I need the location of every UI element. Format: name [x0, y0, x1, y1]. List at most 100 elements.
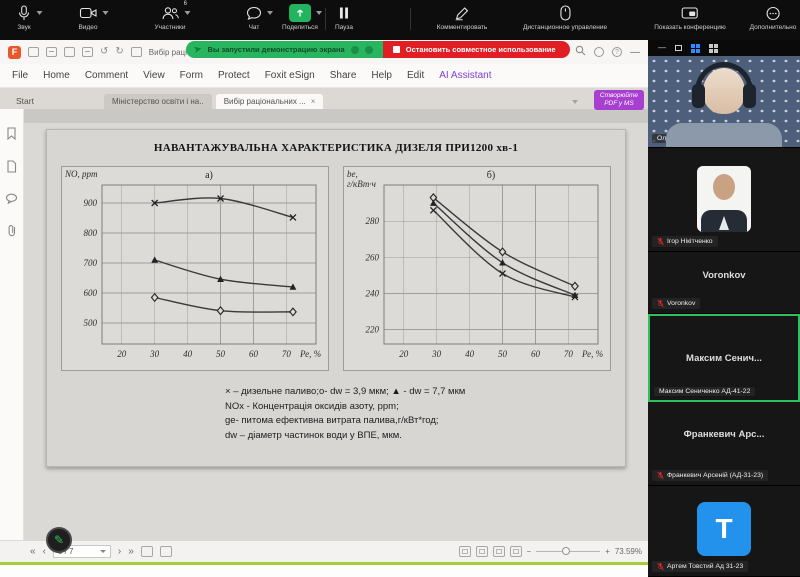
pdf-page-area[interactable]: НАВАНТАЖУВАЛЬНА ХАРАКТЕРИСТИКА ДИЗЕЛЯ ПР… [24, 109, 648, 540]
toolbar-annotate[interactable]: Комментировать [437, 4, 488, 31]
next-page-button[interactable]: › [118, 546, 121, 557]
menu-foxit-esign[interactable]: Foxit eSign [265, 70, 315, 81]
toolbar-participants[interactable]: 6 Участники [154, 4, 185, 31]
screen: Звук Видео 6 Участники Чат [0, 0, 800, 577]
foxit-logo: F [8, 46, 21, 59]
figure-title: НАВАНТАЖУВАЛЬНА ХАРАКТЕРИСТИКА ДИЗЕЛЯ ПР… [47, 142, 625, 154]
promo-line2: PDF у MS [604, 100, 634, 107]
svg-text:20: 20 [117, 349, 127, 359]
menu-ai-assistant[interactable]: AI Assistant [439, 70, 491, 81]
menu-protect[interactable]: Protect [218, 70, 250, 81]
toolbar-label: Видео [79, 24, 98, 31]
last-page-button[interactable]: » [128, 546, 134, 557]
tab-document-1[interactable]: Міністерство освіти і на.. [104, 94, 212, 109]
menu-edit[interactable]: Edit [407, 70, 424, 81]
toolbar-show-conference[interactable]: Показать конференцию [654, 4, 726, 31]
first-page-button[interactable]: « [30, 546, 36, 557]
zoom-slider-knob[interactable] [562, 547, 570, 555]
chevron-down-icon[interactable] [572, 100, 578, 104]
svg-text:20: 20 [399, 349, 409, 359]
figure-legend: × – дизельне паливо;о- dw = 3,9 мкм; ▲ -… [225, 385, 625, 444]
menu-file[interactable]: File [12, 70, 28, 81]
search-icon[interactable] [575, 43, 586, 61]
toolbar-label: Звук [17, 24, 30, 31]
promo-line1: Створюйте [600, 92, 638, 99]
menu-help[interactable]: Help [371, 70, 392, 81]
share-screen-icon [289, 4, 311, 22]
facing-view-icon[interactable] [493, 546, 505, 557]
toolbar-remote-control[interactable]: Дистанционное управление [523, 4, 607, 31]
redo-icon[interactable]: ↻ [115, 47, 123, 57]
save-icon[interactable] [46, 47, 57, 57]
stop-sharing-button[interactable]: Остановить совместное использование [383, 41, 570, 58]
toolbar-pause[interactable]: Пауза [335, 4, 353, 31]
muted-mic-icon [657, 562, 664, 571]
svg-text:60: 60 [249, 349, 259, 359]
continuous-facing-view-icon[interactable] [510, 546, 522, 557]
promo-badge[interactable]: Створюйте PDF у MS [594, 90, 644, 110]
chevron-down-icon[interactable] [102, 11, 108, 15]
page-thumbnails-icon[interactable] [6, 160, 17, 173]
help-icon[interactable]: ? [612, 47, 622, 57]
svg-text:60: 60 [531, 349, 541, 359]
toolbar-chat[interactable]: Чат [246, 4, 262, 31]
restore-panel-icon[interactable] [675, 45, 682, 51]
export-icon[interactable] [82, 47, 93, 57]
svg-text:Ре, %: Ре, % [581, 349, 603, 359]
print-icon[interactable] [64, 47, 75, 57]
tab-start[interactable]: Start [6, 93, 44, 109]
toolbar-share[interactable]: Поделиться [282, 4, 318, 31]
cursor-icon: ➤ [193, 43, 203, 56]
minimize-panel-icon[interactable]: — [658, 44, 666, 52]
undo-icon[interactable]: ↺ [100, 47, 108, 57]
hand-tool-icon[interactable] [131, 47, 142, 57]
chat-icon [246, 4, 262, 22]
close-tab-icon[interactable]: × [311, 97, 316, 106]
open-icon[interactable] [28, 47, 39, 57]
toolbar-audio[interactable]: Звук [17, 4, 32, 31]
toolbar-video[interactable]: Видео [79, 4, 98, 31]
zoom-out-icon[interactable]: − [527, 547, 532, 556]
pdf-side-toolbar [0, 109, 24, 540]
annotation-tools-button[interactable]: ✎ [46, 527, 72, 553]
svg-text:г/кВт·ч: г/кВт·ч [347, 179, 376, 189]
tab-document-2[interactable]: Вибір раціональних ... × [216, 94, 324, 109]
chevron-down-icon[interactable] [267, 11, 273, 15]
chevron-down-icon[interactable] [184, 11, 190, 15]
zoom-slider[interactable] [536, 551, 600, 552]
minimize-window-icon[interactable]: — [630, 47, 640, 58]
bookmark-icon[interactable] [6, 127, 17, 140]
grid-view-icon[interactable] [709, 44, 718, 53]
single-page-view-icon[interactable] [459, 546, 471, 557]
fit-page-icon[interactable] [160, 546, 172, 557]
pdf-menubar: File Home Comment View Form Protect Foxi… [0, 64, 648, 88]
zoom-in-icon[interactable]: + [605, 547, 610, 556]
video-tile-active-speaker[interactable]: Максим Сенич... Максим Сениченко АД-41-2… [648, 314, 800, 402]
menu-form[interactable]: Form [180, 70, 203, 81]
video-tile[interactable]: T Артем Товстий Ад 31-23 [648, 486, 800, 577]
gallery-view-icon[interactable] [691, 44, 700, 53]
video-tile[interactable]: Voronkov Voronkov [648, 252, 800, 314]
menu-home[interactable]: Home [43, 70, 70, 81]
menu-view[interactable]: View [143, 70, 165, 81]
chevron-down-icon[interactable] [316, 11, 322, 15]
fit-width-icon[interactable] [141, 546, 153, 557]
account-icon[interactable] [594, 47, 604, 57]
previous-page-button[interactable]: ‹ [43, 546, 46, 557]
menu-comment[interactable]: Comment [85, 70, 128, 81]
svg-text:б): б) [487, 170, 495, 181]
video-tile[interactable]: Ігор Нікітченко [648, 148, 800, 252]
attachment-icon[interactable] [7, 224, 17, 237]
chevron-down-icon[interactable] [100, 550, 106, 553]
toolbar-more[interactable]: Дополнительно [750, 4, 797, 31]
menu-share[interactable]: Share [330, 70, 357, 81]
chart-a-svg: 203040506070500600700800900а)NO, ppmРе, … [62, 167, 330, 372]
video-tile[interactable]: Олександр Митрофанов [648, 56, 800, 148]
continuous-view-icon[interactable] [476, 546, 488, 557]
chevron-down-icon[interactable] [37, 11, 43, 15]
video-tile[interactable]: Франкевич Арс... Франкевич Арсеній (АД-3… [648, 402, 800, 486]
comments-icon[interactable] [5, 193, 18, 204]
sharing-mini-icon [365, 46, 373, 54]
participant-name: Ігор Нікітченко [667, 238, 713, 245]
svg-text:70: 70 [564, 349, 574, 359]
